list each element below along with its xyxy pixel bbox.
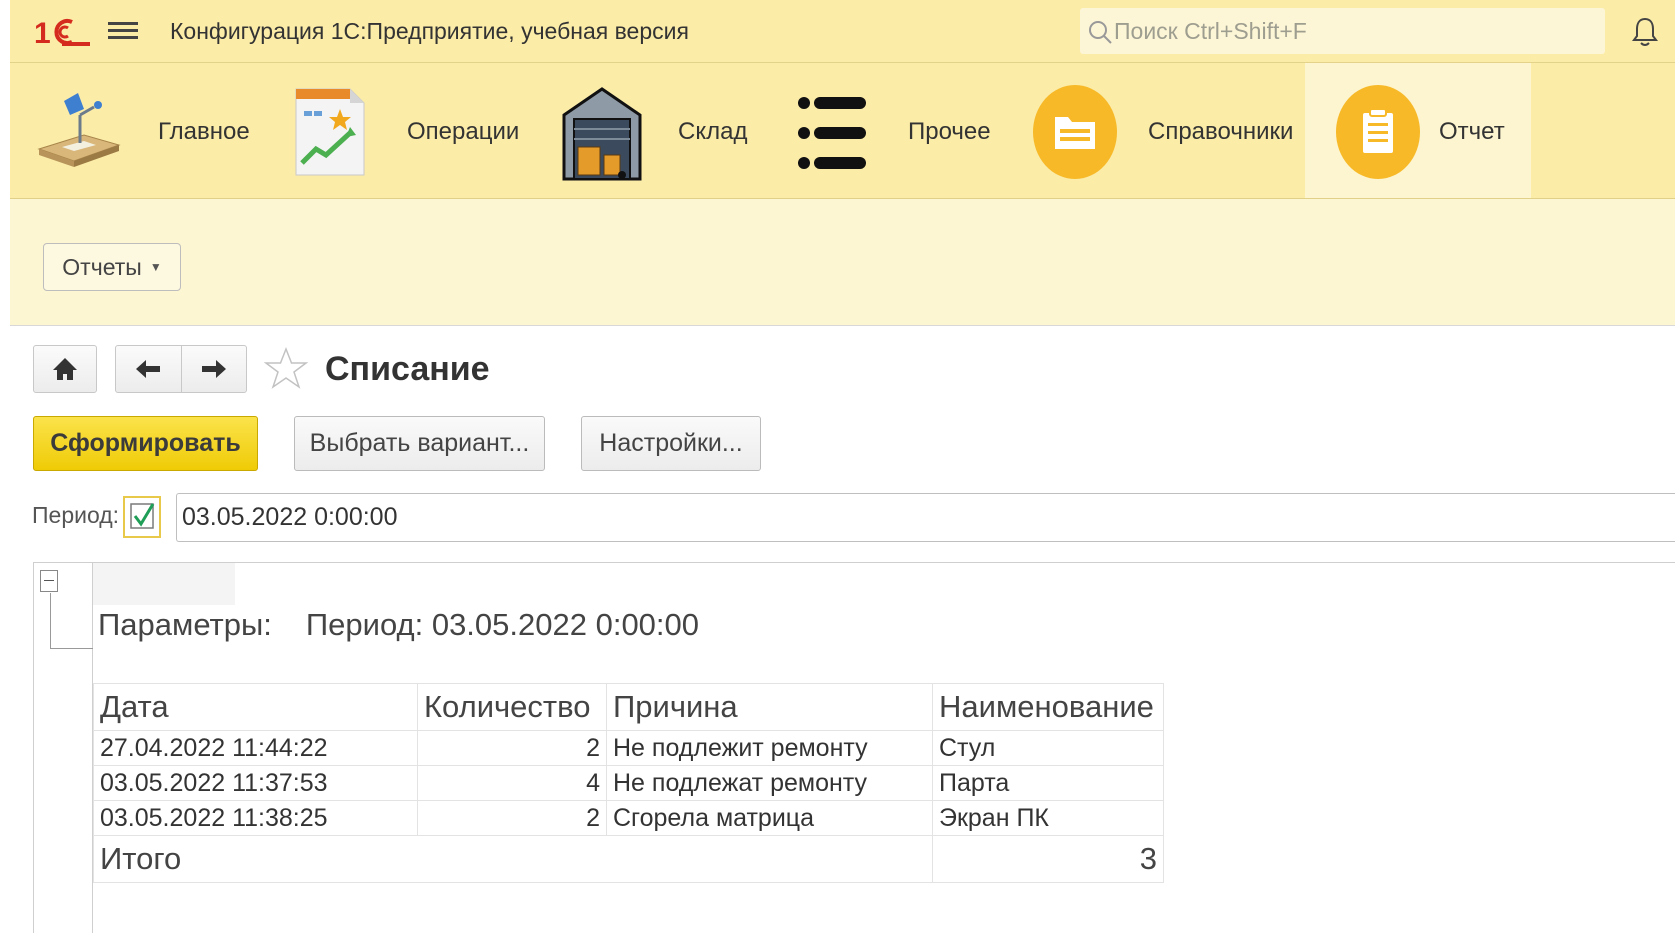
settings-button[interactable]: Настройки... (581, 416, 761, 471)
history-nav (115, 345, 247, 393)
report-corner-cell (93, 563, 235, 605)
back-button[interactable] (116, 346, 182, 392)
search-input[interactable] (1114, 8, 1594, 54)
generate-button[interactable]: Сформировать (33, 416, 258, 471)
document-chart-icon (295, 88, 365, 176)
column-header-name: Наименование (932, 683, 1164, 731)
main-menu-icon[interactable] (108, 18, 138, 44)
report-table: Дата Количество Причина Наименование 27.… (93, 683, 1164, 883)
total-label: Итого (93, 835, 933, 883)
column-header-date: Дата (93, 683, 418, 731)
arrow-left-icon (136, 360, 160, 378)
section-catalogs[interactable]: Справочники (1030, 63, 1305, 198)
params-value: Период: 03.05.2022 0:00:00 (305, 607, 700, 642)
collapse-group-icon[interactable] (40, 570, 58, 592)
section-label: Главное (158, 118, 250, 145)
cell-name[interactable]: Стул (932, 730, 1164, 766)
cell-reason[interactable]: Сгорела матрица (606, 800, 933, 836)
period-label: Период: (32, 502, 120, 528)
cell-name[interactable]: Экран ПК (932, 800, 1164, 836)
column-header-quantity: Количество (417, 683, 607, 731)
home-button[interactable] (33, 345, 97, 393)
cell-quantity[interactable]: 2 (417, 730, 607, 766)
table-total-row: Итого 3 (93, 835, 1164, 883)
command-panel: Отчеты ▼ (10, 199, 1675, 326)
cell-reason[interactable]: Не подлежат ремонту (606, 765, 933, 801)
cell-quantity[interactable]: 2 (417, 800, 607, 836)
cell-quantity[interactable]: 4 (417, 765, 607, 801)
section-warehouse[interactable]: Склад (560, 63, 760, 198)
reports-label: Отчеты (62, 253, 142, 280)
cell-date[interactable]: 03.05.2022 11:38:25 (93, 800, 418, 836)
arrow-right-icon (202, 360, 226, 378)
table-row[interactable]: 27.04.2022 11:44:22 2 Не подлежит ремонт… (93, 730, 1164, 766)
section-report[interactable]: Отчет (1305, 63, 1531, 198)
checkmark-icon (130, 503, 155, 529)
bell-icon[interactable] (1630, 16, 1660, 48)
section-other[interactable]: Прочее (794, 63, 994, 198)
search-box[interactable] (1080, 8, 1605, 54)
page-title: Списание (325, 350, 490, 388)
cell-name[interactable]: Парта (932, 765, 1164, 801)
table-row[interactable]: 03.05.2022 11:38:25 2 Сгорела матрица Эк… (93, 800, 1164, 836)
period-input[interactable]: 03.05.2022 0:00:00 (176, 493, 1675, 542)
section-operations[interactable]: Операции (292, 63, 522, 198)
group-bracket (50, 593, 93, 649)
app-title: Конфигурация 1С:Предприятие, учебная вер… (170, 18, 689, 44)
sections-panel: Главное Операции Склад Прочее Справочник… (10, 63, 1675, 199)
section-label: Операции (407, 118, 520, 145)
clipboard-circle-icon (1336, 85, 1420, 179)
list-icon (798, 97, 866, 169)
warehouse-icon (562, 87, 642, 181)
reports-dropdown-button[interactable]: Отчеты ▼ (43, 243, 181, 291)
period-checkbox[interactable] (123, 496, 161, 538)
table-row[interactable]: 03.05.2022 11:37:53 4 Не подлежат ремонт… (93, 765, 1164, 801)
table-header-row: Дата Количество Причина Наименование (93, 683, 1164, 731)
section-label: Отчет (1439, 118, 1505, 145)
section-label: Прочее (908, 118, 991, 145)
cell-date[interactable]: 03.05.2022 11:37:53 (93, 765, 418, 801)
section-label: Справочники (1148, 118, 1294, 145)
section-main[interactable]: Главное (30, 63, 250, 198)
search-icon (1089, 21, 1112, 44)
params-label: Параметры: (98, 607, 272, 642)
favorite-star-icon[interactable] (264, 346, 308, 392)
total-value: 3 (932, 835, 1164, 883)
folder-circle-icon (1033, 85, 1117, 179)
report-parameters: Параметры: Период: 03.05.2022 0:00:00 (98, 607, 699, 643)
chevron-down-icon: ▼ (149, 260, 162, 274)
svg-text:1: 1 (34, 17, 51, 48)
top-bar: 1 Конфигурация 1С:Предприятие, учебная в… (10, 0, 1675, 63)
cell-date[interactable]: 27.04.2022 11:44:22 (93, 730, 418, 766)
cell-reason[interactable]: Не подлежит ремонту (606, 730, 933, 766)
forward-button[interactable] (182, 346, 246, 392)
1c-logo[interactable]: 1 (32, 16, 92, 48)
section-label: Склад (678, 118, 748, 145)
column-header-reason: Причина (606, 683, 933, 731)
desk-lamp-icon (37, 93, 121, 167)
home-icon (53, 358, 77, 380)
choose-variant-button[interactable]: Выбрать вариант... (294, 416, 545, 471)
